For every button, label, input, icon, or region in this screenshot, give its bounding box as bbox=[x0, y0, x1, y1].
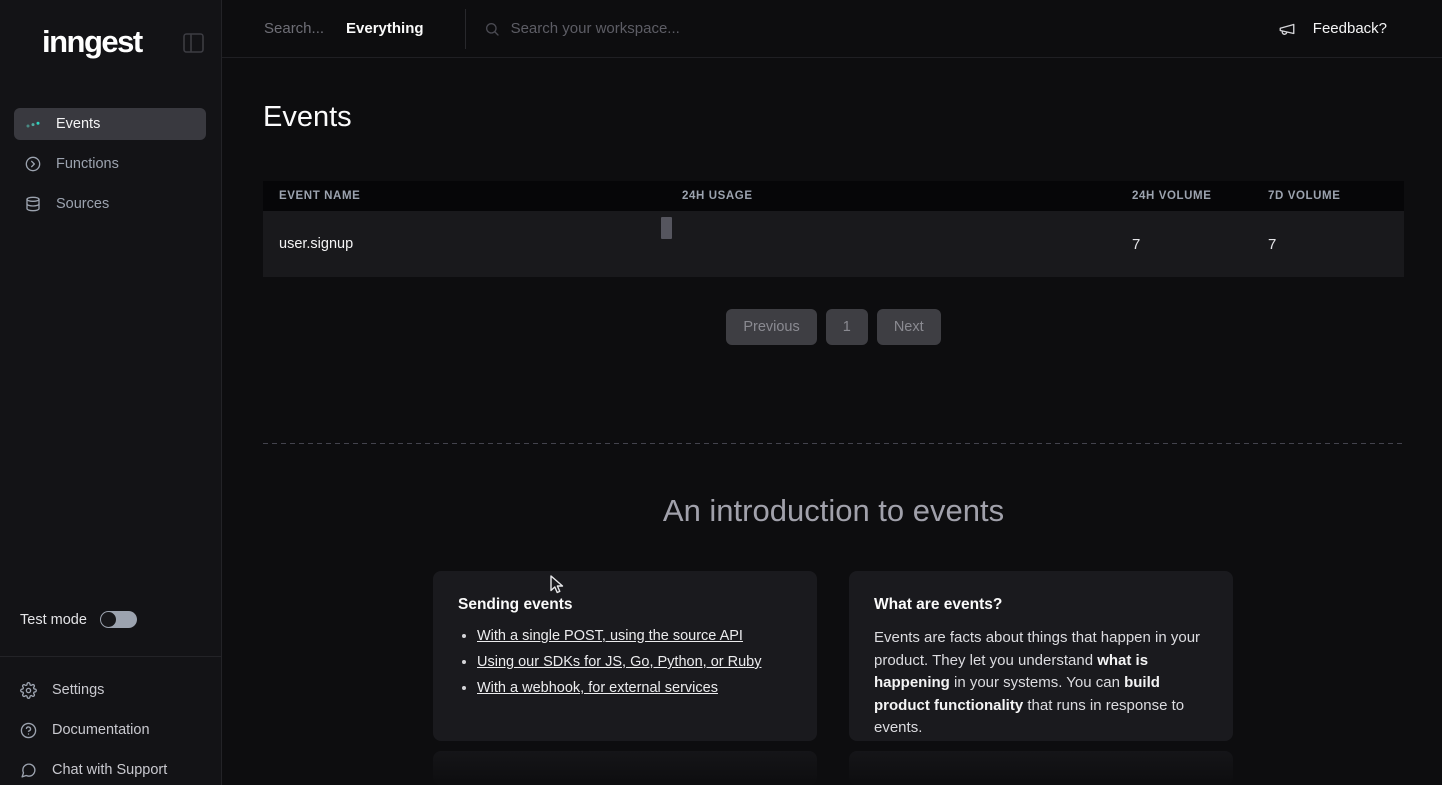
event-name-cell: user.signup bbox=[263, 236, 682, 252]
sidebar-item-label: Events bbox=[56, 116, 100, 132]
page-number-button[interactable]: 1 bbox=[826, 309, 868, 345]
test-mode-row: Test mode bbox=[20, 611, 137, 628]
source-api-link[interactable]: With a single POST, using the source API bbox=[477, 628, 743, 644]
volume-24h-cell: 7 bbox=[1132, 236, 1268, 253]
column-header-24h-volume: 24H VOLUME bbox=[1132, 190, 1268, 202]
sidebar-item-functions[interactable]: Functions bbox=[14, 148, 206, 180]
table-row[interactable]: user.signup 7 7 bbox=[263, 211, 1404, 277]
card-title: Sending events bbox=[458, 596, 792, 614]
inngest-logo: inngest bbox=[42, 24, 142, 60]
sidebar-item-label: Settings bbox=[52, 682, 104, 698]
quick-search-button[interactable]: Search... bbox=[264, 20, 324, 37]
list-item: Using our SDKs for JS, Go, Python, or Ru… bbox=[477, 653, 792, 671]
sidebar-nav: Events Functions Sources bbox=[14, 108, 206, 228]
feedback-link[interactable]: Feedback? bbox=[1313, 20, 1387, 37]
card-title: What are events? bbox=[874, 596, 1208, 614]
sidebar-footer: Settings Documentation Chat with Support bbox=[20, 670, 210, 785]
sidebar-divider bbox=[0, 656, 221, 657]
list-item: With a webhook, for external services bbox=[477, 679, 792, 697]
chat-bubble-icon bbox=[20, 762, 37, 779]
workspace-search-input[interactable] bbox=[509, 19, 929, 38]
mouse-cursor bbox=[548, 575, 566, 600]
help-circle-icon bbox=[20, 722, 37, 739]
previous-page-button[interactable]: Previous bbox=[726, 309, 816, 345]
next-card-peek bbox=[433, 751, 817, 785]
pagination: Previous 1 Next bbox=[263, 309, 1404, 345]
sidebar: inngest Events bbox=[0, 0, 222, 785]
sidebar-item-label: Functions bbox=[56, 156, 119, 172]
sidebar-item-chat-support[interactable]: Chat with Support bbox=[20, 750, 210, 785]
what-are-events-card: What are events? Events are facts about … bbox=[849, 571, 1233, 741]
sidebar-collapse-icon[interactable] bbox=[183, 33, 204, 53]
megaphone-icon[interactable] bbox=[1278, 20, 1296, 38]
app-window: inngest Events bbox=[0, 0, 1442, 785]
section-divider bbox=[263, 443, 1404, 444]
sidebar-item-label: Sources bbox=[56, 196, 109, 212]
column-header-event-name: EVENT NAME bbox=[263, 190, 682, 202]
sidebar-item-events[interactable]: Events bbox=[14, 108, 206, 140]
sources-database-icon bbox=[25, 196, 41, 212]
sidebar-item-sources[interactable]: Sources bbox=[14, 188, 206, 220]
webhook-link[interactable]: With a webhook, for external services bbox=[477, 680, 718, 696]
events-table: EVENT NAME 24H USAGE 24H VOLUME 7D VOLUM… bbox=[263, 181, 1404, 277]
sdks-link[interactable]: Using our SDKs for JS, Go, Python, or Ru… bbox=[477, 654, 761, 670]
sidebar-item-documentation[interactable]: Documentation bbox=[20, 710, 210, 750]
volume-7d-cell: 7 bbox=[1268, 236, 1404, 253]
sending-events-card: Sending events With a single POST, using… bbox=[433, 571, 817, 741]
functions-circle-chevron-icon bbox=[25, 156, 41, 172]
gear-icon bbox=[20, 682, 37, 699]
sidebar-item-label: Documentation bbox=[52, 722, 150, 738]
topbar-divider bbox=[465, 9, 466, 49]
page-title: Events bbox=[263, 101, 352, 134]
sidebar-item-label: Chat with Support bbox=[52, 762, 167, 778]
what-are-events-text: Events are facts about things that happe… bbox=[874, 627, 1208, 740]
search-scope-selector[interactable]: Everything bbox=[346, 20, 424, 37]
table-header: EVENT NAME 24H USAGE 24H VOLUME 7D VOLUM… bbox=[263, 181, 1404, 211]
next-card-peek bbox=[849, 751, 1233, 785]
topbar: Search... Everything Feedback? bbox=[222, 0, 1442, 58]
test-mode-label: Test mode bbox=[20, 612, 87, 628]
test-mode-toggle[interactable] bbox=[100, 611, 137, 628]
sparkline-bar bbox=[661, 217, 672, 239]
sending-events-links: With a single POST, using the source API… bbox=[458, 627, 792, 697]
topbar-right: Feedback? bbox=[1278, 20, 1387, 38]
events-dots-icon bbox=[25, 116, 41, 132]
list-item: With a single POST, using the source API bbox=[477, 627, 792, 645]
column-header-24h-usage: 24H USAGE bbox=[682, 190, 1132, 202]
toggle-knob bbox=[101, 612, 116, 627]
intro-heading: An introduction to events bbox=[263, 493, 1404, 529]
next-page-button[interactable]: Next bbox=[877, 309, 941, 345]
sidebar-item-settings[interactable]: Settings bbox=[20, 670, 210, 710]
workspace-search bbox=[484, 19, 1278, 38]
column-header-7d-volume: 7D VOLUME bbox=[1268, 190, 1404, 202]
search-icon bbox=[484, 21, 500, 37]
